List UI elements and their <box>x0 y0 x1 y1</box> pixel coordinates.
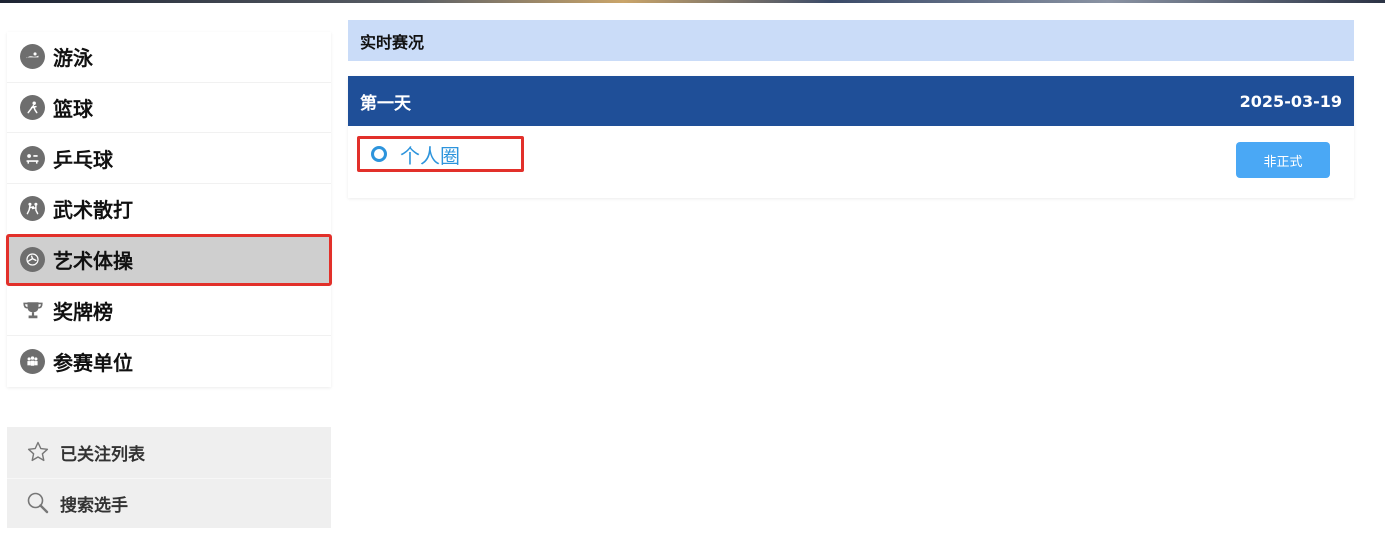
sidebar-item-label: 乒乓球 <box>53 147 113 172</box>
team-icon <box>20 348 45 374</box>
martial-arts-icon <box>20 196 45 222</box>
table-tennis-icon <box>20 145 45 171</box>
sidebar-item-label: 奖牌榜 <box>53 299 113 324</box>
basketball-icon <box>20 95 45 121</box>
sidebar-item-swimming[interactable]: 游泳 <box>7 32 331 83</box>
day-title: 第一天 <box>360 93 411 114</box>
sidebar-item-basketball[interactable]: 篮球 <box>7 83 331 134</box>
sidebar-item-teams[interactable]: 参赛单位 <box>7 336 331 387</box>
list-item: 个人圈 非正式 <box>348 126 1354 198</box>
day-date: 2025-03-19 <box>1239 91 1342 111</box>
followed-list-link[interactable]: 已关注列表 <box>7 427 331 478</box>
sidebar-item-label: 武术散打 <box>53 198 133 223</box>
sidebar-item-medal-table[interactable]: 奖牌榜 <box>7 285 331 337</box>
event-name: 个人圈 <box>400 143 460 168</box>
tool-label: 已关注列表 <box>60 444 145 465</box>
sidebar-item-label: 游泳 <box>53 46 93 71</box>
event-link-individual-hoop[interactable]: 个人圈 <box>357 136 524 172</box>
circle-icon <box>371 146 387 162</box>
sidebar-item-label: 艺术体操 <box>53 249 133 274</box>
top-banner-strip <box>0 0 1385 3</box>
day-card: 第一天 2025-03-19 个人圈 非正式 <box>348 76 1354 198</box>
sidebar-item-rhythmic-gymnastics[interactable]: 艺术体操 <box>6 233 332 287</box>
sidebar-item-label: 参赛单位 <box>53 350 133 375</box>
day-header: 第一天 2025-03-19 <box>348 76 1354 126</box>
star-icon <box>25 439 51 465</box>
trophy-icon <box>20 298 45 323</box>
search-icon <box>25 490 51 516</box>
rhythmic-gymnastics-icon <box>20 247 45 273</box>
search-player-link[interactable]: 搜索选手 <box>7 477 331 529</box>
tool-label: 搜索选手 <box>60 495 128 516</box>
page-title: 实时赛况 <box>360 32 425 52</box>
swimming-icon <box>20 44 45 70</box>
sport-nav: 游泳 篮球 乒乓球 武术散打 艺术体操 奖牌榜 参赛单位 <box>6 32 332 387</box>
sidebar-item-martial-arts[interactable]: 武术散打 <box>7 184 331 235</box>
sidebar-item-table-tennis[interactable]: 乒乓球 <box>7 133 331 185</box>
sidebar-item-label: 篮球 <box>53 97 93 122</box>
tools-panel: 已关注列表 搜索选手 <box>7 427 331 528</box>
status-badge-button[interactable]: 非正式 <box>1236 142 1330 178</box>
live-results-header: 实时赛况 <box>348 20 1354 61</box>
